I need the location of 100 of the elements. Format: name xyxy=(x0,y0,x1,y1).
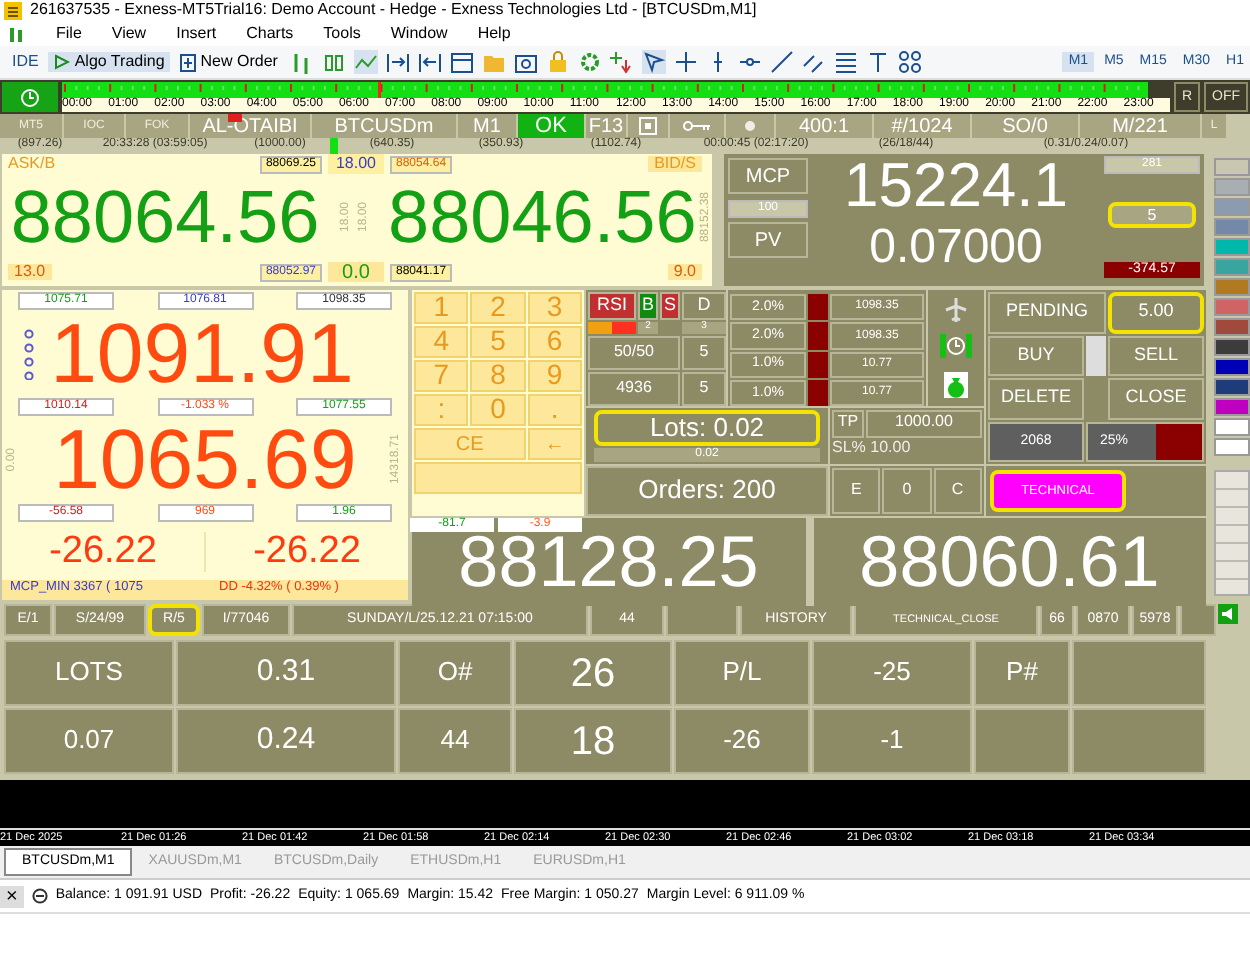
color-swatch[interactable] xyxy=(1214,298,1250,316)
sl-text: SL% 10.00 xyxy=(832,439,913,459)
keypad-key[interactable]: 6 xyxy=(527,326,582,358)
dot-icon[interactable] xyxy=(740,116,760,136)
shapes-icon[interactable] xyxy=(897,50,922,74)
zoom-out-icon[interactable] xyxy=(417,50,442,74)
pending-value-field[interactable]: 5.00 xyxy=(1108,292,1204,333)
color-swatch[interactable] xyxy=(1214,398,1250,416)
indicator-button[interactable]: D xyxy=(682,292,726,320)
keypad-key[interactable]: : xyxy=(414,394,469,426)
header-button[interactable]: #/1024 xyxy=(874,114,970,138)
mode-button[interactable]: E xyxy=(832,468,881,514)
toolbar-button[interactable]: Algo Trading xyxy=(48,51,171,73)
window-icon[interactable] xyxy=(449,50,474,74)
keypad-key[interactable]: 4 xyxy=(414,326,469,358)
pv-button[interactable]: PV xyxy=(728,222,808,258)
keypad-key[interactable]: 9 xyxy=(527,360,582,392)
delete-button[interactable]: DELETE xyxy=(988,378,1084,419)
stat-cell: P/L xyxy=(674,640,810,706)
value-cell: 4936 xyxy=(588,372,680,406)
color-swatch[interactable] xyxy=(1214,158,1250,176)
keypad-key[interactable]: 5 xyxy=(470,326,526,358)
info-cell[interactable] xyxy=(666,604,738,636)
key-icon[interactable] xyxy=(682,116,712,136)
candlestick-icon[interactable] xyxy=(321,50,346,74)
menu-item[interactable]: Tools xyxy=(323,25,361,43)
clock-icon xyxy=(20,87,40,107)
cursor-icon[interactable] xyxy=(641,50,666,74)
menu-item[interactable]: Insert xyxy=(176,25,217,43)
gear-icon[interactable] xyxy=(577,50,602,74)
color-swatch[interactable] xyxy=(1214,438,1250,456)
keypad-key[interactable]: 2 xyxy=(470,292,526,324)
indicator-button[interactable]: B xyxy=(638,292,658,320)
mode-button[interactable]: 0 xyxy=(882,468,932,514)
sell-button[interactable]: SELL xyxy=(1108,335,1204,376)
color-swatch[interactable] xyxy=(1214,418,1250,436)
keypad-key[interactable]: 1 xyxy=(414,292,469,324)
close-button[interactable]: × xyxy=(0,885,24,907)
menu-item[interactable]: Window xyxy=(390,25,448,43)
zoom-in-icon[interactable] xyxy=(385,50,410,74)
lines-icon[interactable] xyxy=(833,50,858,74)
keypad-key[interactable]: 3 xyxy=(527,292,582,324)
plus-arrow-icon[interactable] xyxy=(609,50,634,74)
mode-button[interactable]: C xyxy=(933,468,982,514)
buy-button[interactable]: BUY xyxy=(988,335,1084,376)
menu-item[interactable]: File xyxy=(56,25,82,43)
stat-cell xyxy=(974,708,1070,774)
ok-button[interactable]: OK xyxy=(518,114,584,138)
menu-item[interactable]: View xyxy=(111,25,147,43)
line-chart-icon[interactable] xyxy=(353,50,378,74)
info-cell[interactable] xyxy=(1180,604,1216,636)
color-swatch[interactable] xyxy=(1214,358,1250,376)
color-swatch[interactable] xyxy=(1214,338,1250,356)
square-icon[interactable] xyxy=(638,116,658,136)
keypad-key[interactable]: 7 xyxy=(414,360,469,392)
camera-icon[interactable] xyxy=(513,50,538,74)
keypad-key[interactable]: 8 xyxy=(470,360,526,392)
toolbar-button[interactable]: IDE xyxy=(6,51,45,73)
profit-value: -26.22 xyxy=(251,531,363,573)
color-swatch[interactable] xyxy=(1214,318,1250,336)
menu-item[interactable]: Help xyxy=(477,25,511,43)
toggle-switch[interactable] xyxy=(1086,335,1106,376)
clock-icon xyxy=(940,334,972,359)
header-button[interactable]: 400:1 xyxy=(776,114,872,138)
trendline-icon[interactable] xyxy=(769,50,794,74)
bar-chart-icon[interactable] xyxy=(289,50,314,74)
color-swatch[interactable] xyxy=(1214,378,1250,396)
pending-button[interactable]: PENDING xyxy=(988,292,1106,333)
header-button[interactable]: F13 xyxy=(586,114,626,138)
mcp-button[interactable]: MCP xyxy=(728,158,808,194)
color-swatch[interactable] xyxy=(1214,238,1250,256)
header-button[interactable]: SO/0 xyxy=(972,114,1078,138)
keypad-key[interactable]: ← xyxy=(527,428,582,460)
keypad-field[interactable] xyxy=(414,462,582,494)
color-swatch[interactable] xyxy=(1214,178,1250,196)
keypad-key[interactable]: 0 xyxy=(470,394,526,426)
parallel-lines-icon[interactable] xyxy=(801,50,826,74)
close-button[interactable]: CLOSE xyxy=(1108,378,1204,419)
risk-bar xyxy=(808,379,828,406)
text-tool-icon[interactable] xyxy=(865,50,890,74)
tp-button[interactable]: TP xyxy=(832,410,864,437)
keypad-key[interactable]: . xyxy=(527,394,582,426)
toolbar-button[interactable]: New Order xyxy=(174,51,284,73)
menu-item[interactable]: Charts xyxy=(246,25,294,43)
color-swatch[interactable] xyxy=(1214,218,1250,236)
crosshair-icon[interactable] xyxy=(673,50,698,74)
tp-value: 1000.00 xyxy=(866,410,982,437)
lots-field[interactable]: Lots: 0.02 xyxy=(594,410,820,447)
color-swatch[interactable] xyxy=(1214,258,1250,276)
keypad-key[interactable]: CE xyxy=(414,428,526,460)
scale-bar xyxy=(1214,470,1250,596)
header-button[interactable]: AL-OTAIBI xyxy=(190,114,310,138)
header-button[interactable]: M1 xyxy=(458,114,516,138)
indicator-button[interactable]: RSI xyxy=(588,292,636,320)
color-swatch[interactable] xyxy=(1214,278,1250,296)
stat-cell: -26 xyxy=(674,708,810,774)
indicator-button[interactable]: S xyxy=(660,292,680,320)
color-swatch[interactable] xyxy=(1214,198,1250,216)
header-button[interactable]: M/221 xyxy=(1080,114,1200,138)
header-button[interactable]: BTCUSDm xyxy=(312,114,456,138)
